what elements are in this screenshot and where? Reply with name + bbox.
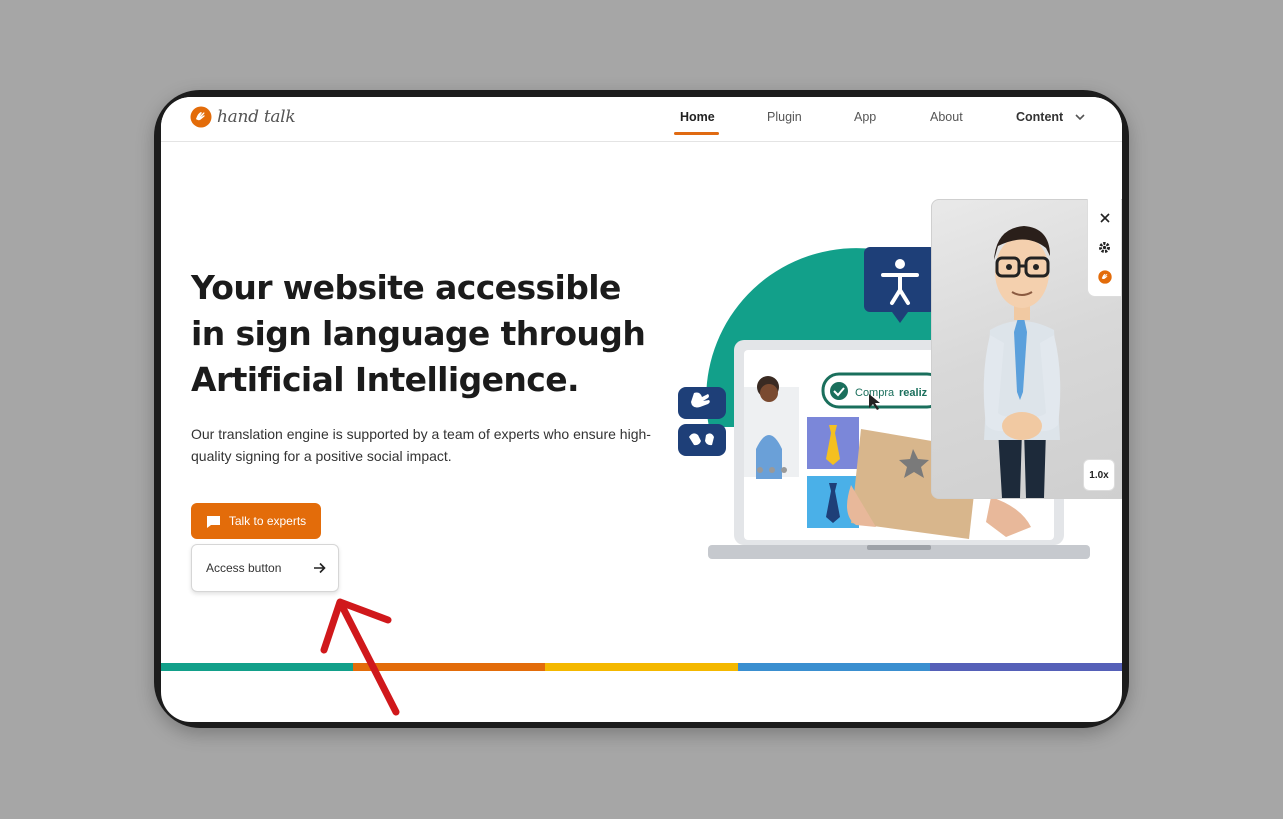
close-icon: [1099, 213, 1110, 223]
stripe-blue: [737, 663, 930, 671]
widget-close-button[interactable]: [1096, 209, 1114, 227]
stripe-yellow: [545, 663, 738, 671]
handtalk-logo-icon: [1097, 270, 1112, 284]
stripe-purple: [929, 663, 1122, 671]
purchase-banner-text-b: realiz: [899, 387, 928, 399]
playback-speed-button[interactable]: 1.0x: [1083, 459, 1115, 491]
gear-icon: [1099, 241, 1110, 253]
browser-screen: hand talk Home Plugin App About Content …: [161, 97, 1122, 722]
widget-handtalk-button[interactable]: [1096, 268, 1114, 286]
stripe-orange: [353, 663, 546, 671]
widget-settings-button[interactable]: [1096, 238, 1114, 256]
purchase-banner-text-a: Compra: [855, 387, 895, 399]
stripe-teal: [161, 663, 354, 671]
accessibility-icon: [864, 247, 936, 323]
widget-controls: [1087, 199, 1121, 297]
color-stripe: [161, 663, 1122, 671]
